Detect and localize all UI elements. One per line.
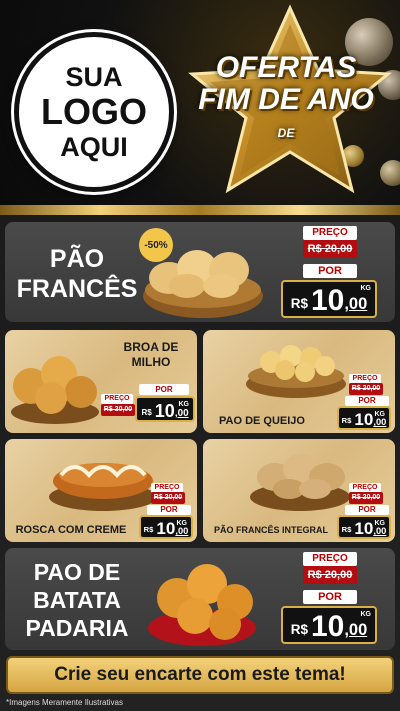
- por-label: POR: [345, 505, 389, 515]
- product-name: BROA DE MILHO: [123, 340, 179, 369]
- logo-line1: SUA: [65, 62, 123, 92]
- pao-integral-image: [250, 454, 350, 511]
- old-price: R$ 20,00: [349, 492, 383, 504]
- price-box: R$ 10 ,00 KG: [281, 280, 377, 318]
- disclaimer-text: *Imagens Meramente Ilustrativas: [6, 698, 123, 707]
- preco-label: PREÇO: [101, 394, 133, 404]
- offer-title-de: DE: [277, 126, 295, 141]
- por-label: POR: [303, 590, 357, 604]
- product-name: PÃO FRANCÊS: [16, 245, 138, 303]
- product-card-broa-de-milho: BROA DE MILHO PREÇO R$ 20,00 POR R$ 10 ,…: [5, 330, 197, 433]
- product-card-rosca-com-creme: ROSCA COM CREME PREÇO R$ 20,00 POR R$ 10…: [5, 439, 197, 542]
- pao-de-batata-image: [148, 564, 256, 646]
- logo-line3: AQUI: [60, 132, 128, 162]
- offer-title-line2: FIM DE ANO: [198, 83, 374, 116]
- old-price: R$ 20,00: [303, 566, 357, 584]
- offer-title-line1: OFERTAS: [215, 51, 357, 84]
- price-box: R$ 10 ,00 KG: [281, 606, 377, 644]
- preco-label: PREÇO: [303, 226, 357, 240]
- flyer-page: OFERTAS FIM DE ANO DE SUA LOGO AQUI PÃO …: [0, 0, 400, 711]
- broa-image: [11, 356, 99, 424]
- product-card-pao-frances: PÃO FRANCÊS -50% PREÇO R$ 20,00 POR R$ 1…: [5, 222, 395, 322]
- price-box: R$ 10 ,00 KG: [139, 515, 193, 539]
- preco-label: PREÇO: [303, 552, 357, 566]
- product-card-pao-frances-integral: PÃO FRANCÊS INTEGRAL PREÇO R$ 20,00 POR …: [203, 439, 395, 542]
- product-card-pao-de-batata: PAO DE BATATA PADARIA PREÇO R$ 20,00 POR…: [5, 548, 395, 650]
- old-price: R$ 20,00: [151, 492, 185, 504]
- por-label: POR: [147, 505, 191, 515]
- por-label: POR: [345, 396, 389, 406]
- product-name: ROSCA COM CREME: [15, 524, 127, 536]
- cta-banner[interactable]: Crie seu encarte com este tema!: [6, 656, 394, 694]
- product-name: PÃO FRANCÊS INTEGRAL: [213, 525, 328, 535]
- old-price: R$ 20,00: [101, 404, 135, 416]
- price-box: R$ 10 ,00 KG: [135, 396, 195, 422]
- pao-de-queijo-image: [246, 345, 346, 398]
- por-label: POR: [303, 264, 357, 278]
- header: OFERTAS FIM DE ANO DE SUA LOGO AQUI: [0, 0, 400, 212]
- gold-divider: [0, 205, 400, 215]
- product-card-pao-de-queijo: PAO DE QUEIJO PREÇO R$ 20,00 POR R$ 10 ,…: [203, 330, 395, 433]
- old-price: R$ 20,00: [303, 240, 357, 258]
- logo-placeholder: SUA LOGO AQUI: [14, 32, 174, 192]
- product-name: PAO DE QUEIJO: [219, 415, 305, 427]
- price-box: R$ 10 ,00 KG: [337, 515, 391, 539]
- price-box: R$ 10 ,00 KG: [337, 406, 391, 430]
- old-price: R$ 20,00: [349, 383, 383, 395]
- rosca-image: [49, 463, 157, 511]
- logo-line2: LOGO: [41, 91, 147, 132]
- offer-title: OFERTAS FIM DE ANO DE: [196, 52, 376, 149]
- por-label: POR: [139, 384, 189, 395]
- product-name: PAO DE BATATA PADARIA: [25, 559, 129, 641]
- discount-badge: -50%: [139, 228, 173, 262]
